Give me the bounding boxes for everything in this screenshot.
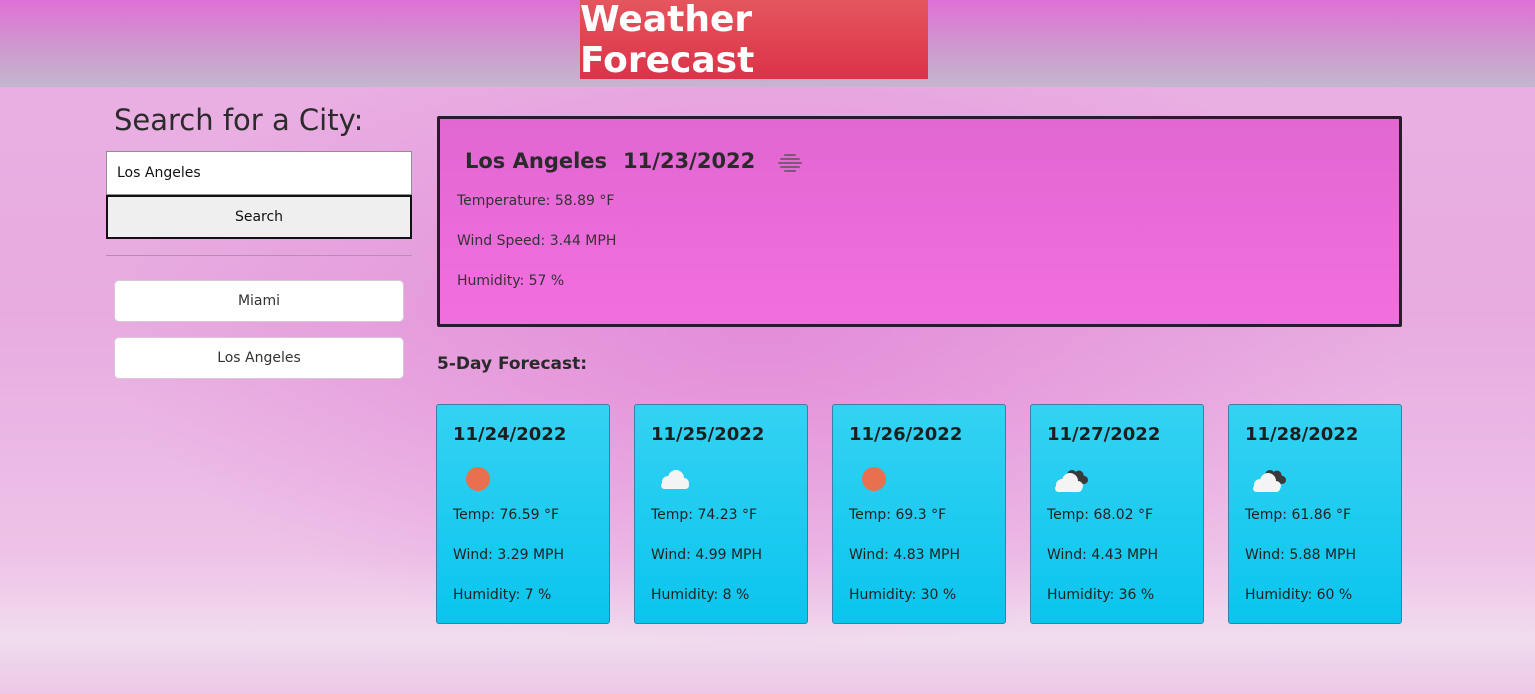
forecast-card: 11/28/2022 Temp: 61.86 °F Wind: 5.88 MPH… [1228, 404, 1402, 624]
forecast-date: 11/27/2022 [1047, 424, 1161, 445]
forecast-humidity: Humidity: 30 % [849, 587, 957, 603]
current-temperature: Temperature: 58.89 °F [457, 193, 615, 209]
forecast-card: 11/25/2022 Temp: 74.23 °F Wind: 4.99 MPH… [634, 404, 808, 624]
history-button-miami[interactable]: Miami [114, 280, 404, 322]
forecast-humidity: Humidity: 36 % [1047, 587, 1155, 603]
forecast-humidity: Humidity: 60 % [1245, 587, 1353, 603]
forecast-heading: 5-Day Forecast: [437, 354, 588, 374]
page-title: Weather Forecast [580, 0, 928, 81]
forecast-humidity: Humidity: 8 % [651, 587, 750, 603]
forecast-wind: Wind: 5.88 MPH [1245, 547, 1357, 563]
forecast-temp: Temp: 76.59 °F [453, 507, 560, 523]
search-heading: Search for a City: [114, 103, 364, 137]
forecast-date: 11/24/2022 [453, 424, 567, 445]
history-button-los-angeles[interactable]: Los Angeles [114, 337, 404, 379]
current-date: 11/23/2022 [623, 149, 756, 173]
forecast-wind: Wind: 4.83 MPH [849, 547, 961, 563]
divider [106, 255, 412, 256]
forecast-humidity: Humidity: 7 % [453, 587, 552, 603]
broken-clouds-icon [1047, 463, 1091, 497]
forecast-wind: Wind: 4.99 MPH [651, 547, 763, 563]
forecast-date: 11/28/2022 [1245, 424, 1359, 445]
forecast-temp: Temp: 74.23 °F [651, 507, 758, 523]
current-city-name: Los Angeles [465, 149, 608, 173]
city-search-input[interactable] [106, 151, 412, 195]
forecast-date: 11/26/2022 [849, 424, 963, 445]
broken-clouds-icon [1245, 463, 1289, 497]
current-weather-header: Los Angeles 11/23/2022 [465, 146, 805, 176]
search-button[interactable]: Search [106, 195, 412, 239]
cloud-icon [651, 463, 695, 497]
forecast-date: 11/25/2022 [651, 424, 765, 445]
current-weather-panel: Los Angeles 11/23/2022 Temperature: 58.8… [437, 116, 1402, 327]
mist-icon [775, 146, 805, 176]
forecast-temp: Temp: 61.86 °F [1245, 507, 1352, 523]
sun-icon [849, 463, 893, 497]
forecast-card: 11/27/2022 Temp: 68.02 °F Wind: 4.43 MPH… [1030, 404, 1204, 624]
forecast-wind: Wind: 4.43 MPH [1047, 547, 1159, 563]
forecast-temp: Temp: 69.3 °F [849, 507, 947, 523]
current-wind-speed: Wind Speed: 3.44 MPH [457, 233, 617, 249]
forecast-card: 11/26/2022 Temp: 69.3 °F Wind: 4.83 MPH … [832, 404, 1006, 624]
forecast-card: 11/24/2022 Temp: 76.59 °F Wind: 3.29 MPH… [436, 404, 610, 624]
sun-icon [453, 463, 497, 497]
forecast-wind: Wind: 3.29 MPH [453, 547, 565, 563]
forecast-temp: Temp: 68.02 °F [1047, 507, 1154, 523]
current-humidity: Humidity: 57 % [457, 273, 565, 289]
